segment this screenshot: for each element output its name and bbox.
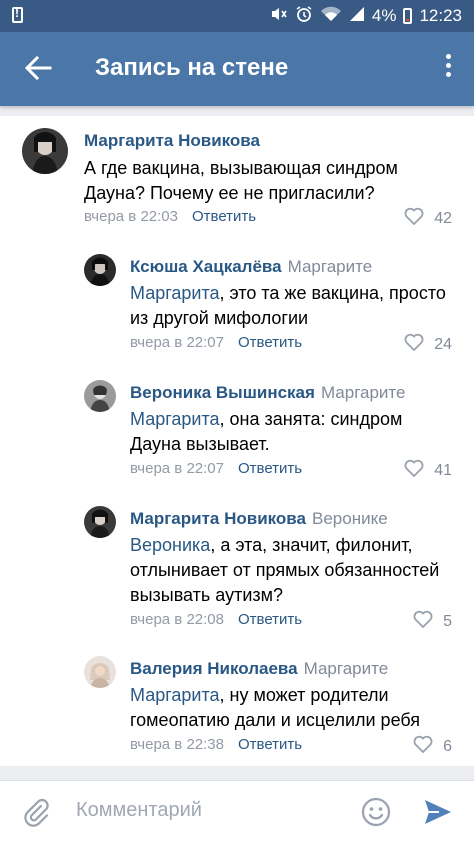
reply-button[interactable]: Ответить [238, 611, 302, 628]
comment-text: А где вакцина, вызывающая синдром Дауна?… [84, 158, 398, 203]
mute-icon [270, 6, 288, 26]
reply-target[interactable]: Веронике [312, 509, 388, 528]
like-button[interactable]: 5 [413, 610, 452, 633]
avatar[interactable] [84, 506, 116, 538]
like-button[interactable]: 6 [413, 735, 452, 758]
comment-time: вчера в 22:03 [84, 208, 178, 225]
heart-icon [413, 610, 433, 633]
heart-icon [404, 207, 424, 230]
heart-icon [413, 735, 433, 758]
comment-author[interactable]: Маргарита Новикова [84, 131, 260, 151]
send-icon[interactable] [423, 797, 453, 827]
wifi-icon [320, 6, 342, 26]
like-button[interactable]: 24 [404, 333, 452, 356]
avatar[interactable] [22, 128, 68, 174]
comment-meta: вчера в 22:07 Ответить [130, 334, 302, 351]
reply-button[interactable]: Ответить [238, 334, 302, 351]
comment-meta: вчера в 22:38 Ответить [130, 736, 302, 753]
comment-time: вчера в 22:07 [130, 460, 224, 477]
back-arrow-icon[interactable] [22, 52, 54, 84]
notification-icon [12, 6, 23, 23]
reply-target[interactable]: Маргарите [288, 257, 373, 276]
avatar[interactable] [84, 656, 116, 688]
comment-input[interactable]: Комментарий [76, 799, 202, 822]
like-button[interactable]: 42 [404, 207, 452, 230]
comment-meta: вчера в 22:07 Ответить [130, 460, 302, 477]
paperclip-icon[interactable] [22, 797, 50, 827]
like-count: 42 [434, 209, 452, 227]
like-count: 6 [443, 737, 452, 755]
reply-button[interactable]: Ответить [238, 460, 302, 477]
comment-composer: Комментарий [0, 780, 474, 843]
comment-meta: вчера в 22:08 Ответить [130, 611, 302, 628]
app-bar: Запись на стене [0, 32, 474, 106]
mention-link[interactable]: Маргарита [130, 685, 220, 705]
more-options-icon[interactable] [442, 54, 454, 82]
reply-button[interactable]: Ответить [238, 736, 302, 753]
comment-author[interactable]: Ксюша Хацкалёва Маргарите [130, 257, 372, 277]
mention-link[interactable]: Маргарита [130, 409, 220, 429]
reply-button[interactable]: Ответить [192, 208, 256, 225]
comment-time: вчера в 22:38 [130, 736, 224, 753]
reply-target[interactable]: Маргарите [321, 383, 406, 402]
comment-time: вчера в 22:07 [130, 334, 224, 351]
comment-text: Маргарита, это та же вакцина, просто из … [130, 283, 446, 328]
avatar[interactable] [84, 254, 116, 286]
alarm-icon [295, 5, 313, 27]
heart-icon [404, 459, 424, 482]
mention-link[interactable]: Маргарита [130, 283, 220, 303]
comment-text: Маргарита, ну может родители гомеопатию … [130, 685, 421, 730]
comment-time: вчера в 22:08 [130, 611, 224, 628]
like-count: 5 [443, 612, 452, 630]
page-title: Запись на стене [95, 54, 289, 81]
mention-link[interactable]: Вероника [130, 535, 210, 555]
heart-icon [404, 333, 424, 356]
like-button[interactable]: 41 [404, 459, 452, 482]
status-icons: 4% 12:23 [270, 5, 462, 27]
comment-meta: вчера в 22:03 Ответить [84, 208, 256, 225]
reply-target[interactable]: Маргарите [304, 659, 389, 678]
comments-list: Маргарита Новикова А где вакцина, вызыва… [0, 116, 474, 766]
comment-text: Вероника, а эта, значит, филонит, отлыни… [130, 535, 440, 605]
comment-text: Маргарита, она занята: синдром Дауна выз… [130, 409, 403, 454]
battery-icon [403, 8, 413, 24]
comment-author[interactable]: Маргарита Новикова Веронике [130, 509, 388, 529]
comment-author[interactable]: Валерия Николаева Маргарите [130, 659, 388, 679]
status-bar: 4% 12:23 [0, 0, 474, 32]
like-count: 41 [434, 461, 452, 479]
avatar[interactable] [84, 380, 116, 412]
emoji-icon[interactable] [361, 797, 391, 827]
clock: 12:23 [419, 6, 462, 25]
like-count: 24 [434, 335, 452, 353]
signal-icon [349, 6, 365, 26]
battery-percent: 4% [371, 6, 397, 25]
comment-author[interactable]: Вероника Вышинская Маргарите [130, 383, 405, 403]
